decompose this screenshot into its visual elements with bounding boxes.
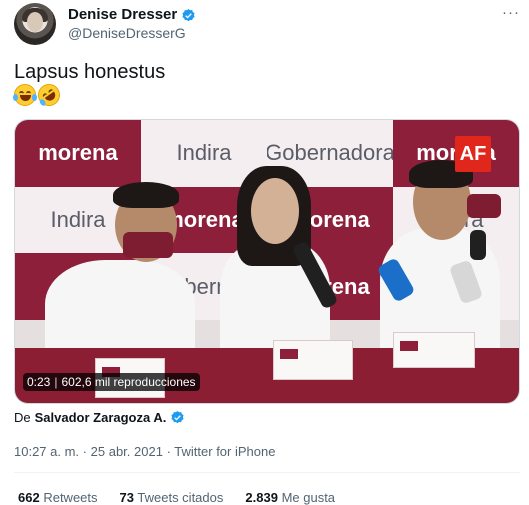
likes-stat[interactable]: 2.839 Me gusta — [245, 490, 335, 505]
author-avatar[interactable] — [14, 3, 56, 45]
source-name[interactable]: Salvador Zaragoza A. — [35, 410, 167, 425]
more-options-icon[interactable]: ··· — [502, 4, 520, 21]
tweet-client[interactable]: Twitter for iPhone — [174, 444, 275, 459]
retweets-stat[interactable]: 662 Retweets — [18, 490, 98, 505]
author-handle[interactable]: @DeniseDresserG — [68, 25, 196, 43]
tweet-time[interactable]: 10:27 a. m. — [14, 444, 79, 459]
tweet-emojis — [13, 79, 65, 111]
verified-badge-icon — [182, 8, 195, 21]
video-frame: morena Indira Gobernadora morena Indira … — [15, 120, 519, 403]
tweet-text: Lapsus honestus — [14, 61, 166, 83]
video-views: 602,6 mil reproducciones — [61, 375, 196, 389]
author-names: Denise Dresser @DeniseDresserG — [68, 6, 196, 42]
name-card — [393, 332, 475, 368]
source-prefix: De — [14, 410, 31, 425]
meta-separator: · — [82, 444, 88, 459]
name-card — [273, 340, 353, 380]
tweet-meta: 10:27 a. m. · 25 abr. 2021 · Twitter for… — [14, 444, 275, 459]
video-info-badge: 0:23 | 602,6 mil reproducciones — [23, 373, 200, 391]
microphone — [470, 230, 486, 260]
person-center-head — [251, 178, 299, 244]
tweet-stats: 662 Retweets 73 Tweets citados 2.839 Me … — [18, 490, 335, 505]
face-mask — [123, 232, 173, 258]
video-duration: 0:23 — [27, 375, 51, 389]
author-name[interactable]: Denise Dresser — [68, 6, 177, 25]
tweet-date[interactable]: 25 abr. 2021 — [91, 444, 163, 459]
tweet-header: Denise Dresser @DeniseDresserG ··· — [14, 2, 520, 46]
backdrop-text: morena — [15, 120, 141, 187]
video-source: De Salvador Zaragoza A. — [14, 410, 185, 425]
divider — [14, 472, 520, 473]
quotes-stat[interactable]: 73 Tweets citados — [120, 490, 224, 505]
meta-separator: · — [166, 444, 171, 459]
verified-badge-icon — [171, 410, 184, 424]
rolling-on-the-floor-laughing-icon — [33, 79, 65, 111]
face-with-tears-of-joy-icon — [13, 84, 37, 106]
video-player[interactable]: morena Indira Gobernadora morena Indira … — [14, 119, 520, 404]
watermark-logo: AF — [455, 136, 491, 172]
